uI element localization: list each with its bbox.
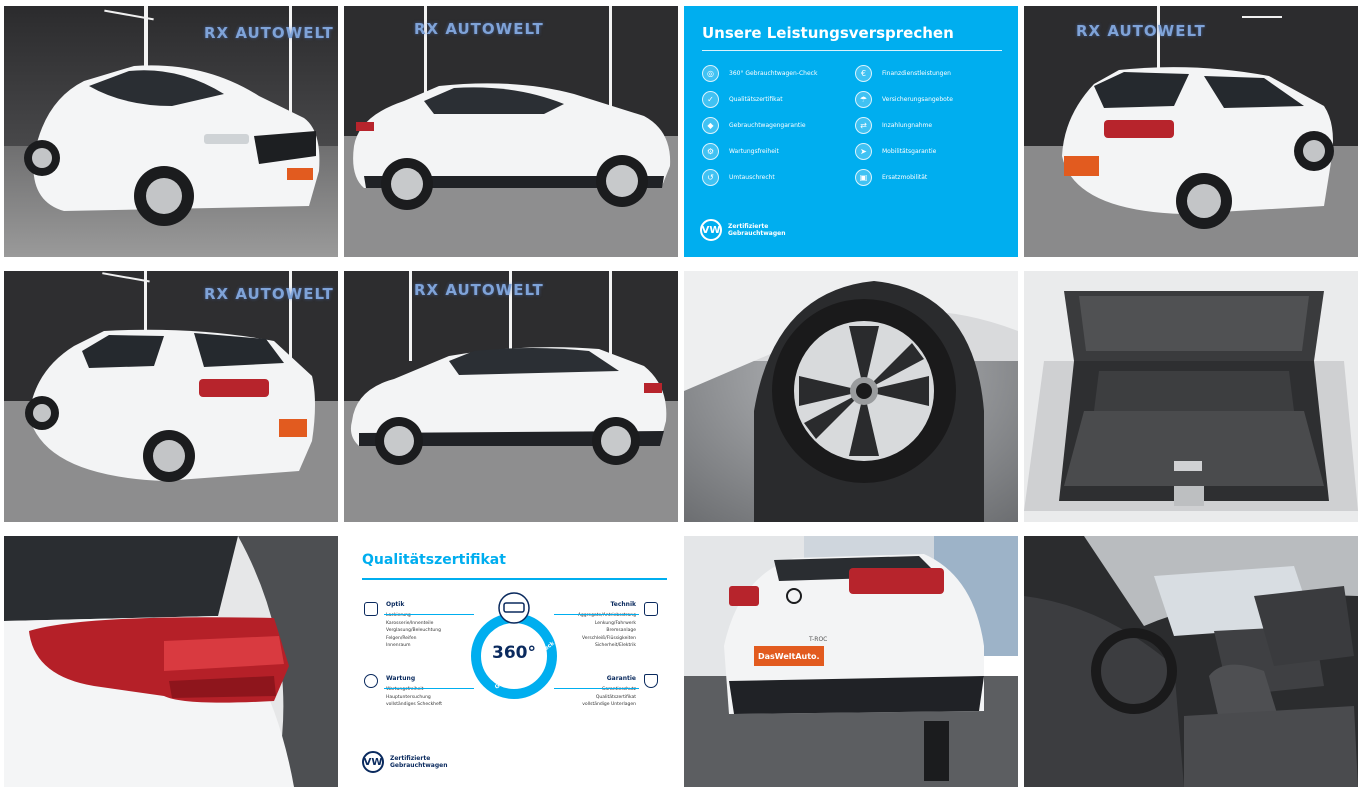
warranty-icon: ◆: [702, 117, 719, 134]
vw-logo-icon: VW: [700, 219, 722, 241]
garantie-block: Garantie Garantieschutz Qualitätszertifi…: [582, 675, 636, 707]
promise-item: ✓ Qualitätszertifikat: [702, 91, 849, 108]
wartung-underline: [384, 688, 474, 689]
certificate-icon: ✓: [702, 91, 719, 108]
vw-logo-icon: VW: [362, 751, 384, 773]
promise-footer: VW Zertifizierte Gebrauchtwagen: [700, 219, 786, 241]
promise-list: ◎ 360° Gebrauchtwagen-Check € Finanzdienst…: [702, 65, 1002, 186]
optik-car-icon: [364, 602, 378, 616]
gallery-photo-rear-left[interactable]: RX AUTOWELT: [1024, 6, 1358, 257]
car-photo-rear-left-2-image: [4, 271, 338, 522]
promise-item: ▣ Ersatzmobilität: [855, 169, 1002, 186]
photo-gallery: RX AUTOWELT RX AUTOWELT Unsere Leistungs…: [0, 0, 1365, 787]
promise-info-tile[interactable]: Unsere Leistungsversprechen ◎ 360° Gebrau…: [684, 6, 1018, 257]
showroom-logo-text: RX AUTOWELT: [414, 281, 544, 299]
cert-divider: [362, 578, 667, 580]
promise-divider: [702, 50, 1002, 51]
promise-item: ☂ Versicherungsangebote: [855, 91, 1002, 108]
wartung-block: Wartung Wartungsfreiheit Hauptuntersuchu…: [386, 675, 443, 707]
car-photo-side-left-image: [344, 271, 678, 522]
gallery-photo-trunk[interactable]: [1024, 271, 1358, 522]
check-360-icon: ◎: [702, 65, 719, 82]
wartung-wrench-icon: [364, 674, 378, 688]
gallery-photo-rear-left-2[interactable]: RX AUTOWELT: [4, 271, 338, 522]
gallery-photo-wheel[interactable]: [684, 271, 1018, 522]
car-photo-rear-outdoor-image: [684, 536, 1018, 787]
promise-item: ➤ Mobilitätsgarantie: [855, 143, 1002, 160]
promise-item: ◆ Gebrauchtwagengarantie: [702, 117, 849, 134]
gallery-photo-rear-outdoor[interactable]: DasWeltAuto. T-ROC: [684, 536, 1018, 787]
showroom-logo-text: RX AUTOWELT: [204, 24, 334, 42]
footer-line2: Gebrauchtwagen: [728, 230, 786, 237]
car-photo-trunk-image: [1024, 271, 1358, 522]
promise-item: ⇄ Inzahlungnahme: [855, 117, 1002, 134]
optik-block: Optik Lackierung Karosserie/Innenteile V…: [386, 601, 441, 648]
insurance-icon: ☂: [855, 91, 872, 108]
car-photo-interior-image: [1024, 536, 1358, 787]
promise-title: Unsere Leistungsversprechen: [702, 24, 954, 42]
gallery-photo-side-left[interactable]: RX AUTOWELT: [344, 271, 678, 522]
replacement-car-icon: ▣: [855, 169, 872, 186]
optik-underline: [384, 614, 474, 615]
gallery-photo-side-right[interactable]: RX AUTOWELT: [344, 6, 678, 257]
promise-item: € Finanzdienstleistungen: [855, 65, 1002, 82]
technik-car-icon: [644, 602, 658, 616]
car-photo-taillight-image: [4, 536, 338, 787]
cert-title: Qualitätszertifikat: [362, 552, 506, 568]
garantie-underline: [554, 688, 639, 689]
exchange-icon: ↺: [702, 169, 719, 186]
dealer-plate-text: DasWeltAuto.: [754, 650, 824, 663]
maintenance-icon: ⚙: [702, 143, 719, 160]
car-photo-rear-left-image: [1024, 6, 1358, 257]
car-photo-side-right-image: [344, 6, 678, 257]
car-photo-front-left-image: [4, 6, 338, 257]
mobility-icon: ➤: [855, 143, 872, 160]
footer-line1: Zertifizierte: [390, 755, 431, 762]
promise-item: ◎ 360° Gebrauchtwagen-Check: [702, 65, 849, 82]
promise-item: ⚙ Wartungsfreiheit: [702, 143, 849, 160]
gallery-photo-taillight[interactable]: [4, 536, 338, 787]
technik-block: Technik Aggregate/Antriebsstrang Lenkung…: [577, 601, 636, 648]
trade-in-icon: ⇄: [855, 117, 872, 134]
gallery-photo-front-left[interactable]: RX AUTOWELT: [4, 6, 338, 257]
showroom-logo-text: RX AUTOWELT: [204, 285, 334, 303]
promise-item: ↺ Umtauschrecht: [702, 169, 849, 186]
gallery-photo-interior[interactable]: [1024, 536, 1358, 787]
quality-certificate-tile[interactable]: Qualitätszertifikat 360° Gebrauchtwagen-…: [344, 536, 678, 787]
finance-icon: €: [855, 65, 872, 82]
garantie-shield-icon: [644, 674, 658, 688]
showroom-logo-text: RX AUTOWELT: [1076, 22, 1206, 40]
footer-line2: Gebrauchtwagen: [390, 762, 448, 769]
car-photo-wheel-image: [684, 271, 1018, 522]
footer-line1: Zertifizierte: [728, 223, 769, 230]
technik-underline: [554, 614, 639, 615]
model-badge-text: T-ROC: [809, 636, 828, 643]
cert-footer: VW Zertifizierte Gebrauchtwagen: [362, 751, 448, 773]
showroom-logo-text: RX AUTOWELT: [414, 20, 544, 38]
